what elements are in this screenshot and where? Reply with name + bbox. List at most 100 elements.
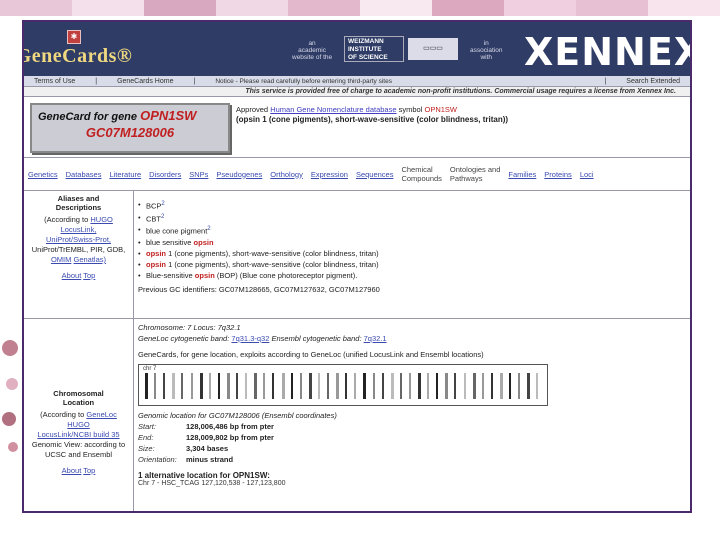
top-navbar: Terms of Use | GeneCards Home | Notice -… — [24, 76, 690, 87]
approved-mid: symbol — [398, 105, 423, 114]
ideogram-band — [308, 373, 312, 399]
genecards-logo[interactable]: ✱ GeneCards® — [24, 22, 132, 76]
chromosome-hugo-link[interactable]: HUGO — [67, 420, 90, 429]
alias-item: blue sensitive opsin — [138, 237, 686, 248]
browser-screenshot: ✱ GeneCards® an academic website of the … — [22, 20, 692, 513]
logo-text: GeneCards® — [22, 45, 133, 67]
xennex-logo[interactable]: XENNEX — [524, 30, 690, 74]
tab-expression[interactable]: Expression — [307, 170, 352, 179]
search-extended-link[interactable]: Search Extended — [616, 78, 690, 85]
alias-item: CBT2 — [138, 212, 686, 225]
gene-title-prefix: GeneCard for gene — [38, 111, 138, 123]
ensembl-band-label: Ensembl cytogenetic band: — [271, 334, 362, 343]
genomic-view-note: Genomic View: according to UCSC and Ense… — [31, 440, 126, 459]
gene-title-box: GeneCard for gene OPN1SW GC07M128006 — [30, 103, 230, 153]
genomic-location-title: Genomic location for GC07M128006 (Ensemb… — [138, 411, 337, 420]
alias-source-ref[interactable]: 2 — [161, 201, 164, 207]
end-label: End: — [138, 433, 154, 442]
gene-title-row: GeneCard for gene OPN1SW GC07M128006 App… — [24, 97, 690, 157]
ideogram-band — [336, 373, 340, 399]
tab-disorders[interactable]: Disorders — [145, 170, 185, 179]
alias-source-ref[interactable]: 2 — [207, 226, 210, 232]
decorative-dot — [2, 340, 18, 356]
alias-text: BCP — [146, 201, 162, 211]
ideogram-label: chr 7 — [143, 366, 157, 372]
ideogram-band — [481, 373, 484, 399]
terms-link[interactable]: Terms of Use — [24, 78, 85, 85]
tab-ontologies-pathways[interactable]: Ontologies and Pathways — [446, 165, 504, 183]
gene-title: GeneCard for gene OPN1SW — [38, 108, 222, 123]
chromosome-content: Chromosome: 7 Locus: 7q32.1 GeneLoc cyto… — [134, 319, 690, 511]
ideogram-band — [427, 373, 430, 399]
ideogram-band — [354, 373, 357, 399]
hugo-link[interactable]: HUGO — [90, 215, 113, 224]
top-link[interactable]: Top — [83, 271, 95, 280]
notice-link[interactable]: Notice - Please read carefully before en… — [205, 78, 594, 85]
association-note: in association with — [470, 40, 503, 61]
size-value: 3,304 bases — [186, 444, 229, 453]
approved-symbol-text: Approved Human Gene Nomenclature databas… — [236, 105, 536, 124]
geneloc-link[interactable]: GeneLoc — [86, 410, 116, 419]
chromosome-about-link[interactable]: About — [62, 466, 82, 475]
alias-item: opsin 1 (cone pigments), short-wave-sens… — [138, 248, 686, 259]
aliases-sidebar: Aliases and Descriptions (According to H… — [24, 191, 134, 318]
locuslink-link[interactable]: LocusLink, — [61, 225, 97, 234]
alias-text: 1 (cone pigments), short-wave-sensitive … — [166, 259, 379, 269]
location-note: GeneCards, for gene location, exploits a… — [138, 350, 484, 359]
aliases-heading: Aliases and Descriptions — [55, 194, 102, 212]
alias-text: 1 (cone pigments), short-wave-sensitive … — [166, 248, 379, 258]
ensembl-band-link[interactable]: 7q32.1 — [364, 334, 387, 343]
omim-link[interactable]: OMIM — [51, 255, 71, 264]
hgnc-link[interactable]: Human Gene Nomenclature database — [270, 105, 396, 114]
alias-source-ref[interactable]: 2 — [161, 214, 164, 220]
ideogram-band — [327, 373, 329, 399]
gene-description: (opsin 1 (cone pigments), short-wave-sen… — [236, 114, 509, 124]
alias-item: opsin 1 (cone pigments), short-wave-sens… — [138, 259, 686, 270]
alternative-location: 1 alternative location for OPN1SW: — [138, 471, 270, 480]
alias-item: Blue-sensitive opsin (BOP) (Blue cone ph… — [138, 270, 686, 281]
tab-loci[interactable]: Loci — [576, 170, 598, 179]
locuslink-ncbi-link[interactable]: LocusLink/NCBI build 35 — [37, 430, 119, 439]
aliases-section: Aliases and Descriptions (According to H… — [24, 191, 690, 319]
about-link[interactable]: About — [62, 271, 82, 280]
trembl-pir-gdb-links[interactable]: UniProt/TrEMBL, PIR, GDB, — [32, 245, 126, 254]
tab-chemical-compounds[interactable]: Chemical Compounds — [397, 165, 445, 183]
site-header: ✱ GeneCards® an academic website of the … — [24, 22, 690, 76]
chromosome-ideogram[interactable]: chr 7 — [138, 364, 548, 406]
weizmann-logo[interactable]: WEIZMANN INSTITUTE OF SCIENCE — [344, 36, 404, 62]
geneloc-band-label: GeneLoc cytogenetic band: — [138, 334, 230, 343]
tab-sequences[interactable]: Sequences — [352, 170, 398, 179]
chromosome-sidebar: Chromosomal Location (According to GeneL… — [24, 319, 134, 511]
chromosome-label: Chromosome: 7 — [138, 323, 192, 332]
academic-note: an academic website of the — [292, 40, 333, 61]
geneloc-band-link[interactable]: 7q31.3-q32 — [231, 334, 269, 343]
license-notice: This service is provided free of charge … — [24, 87, 690, 97]
alternative-location-detail: Chr 7 - HSC_TCAG 127,120,538 - 127,123,8… — [138, 480, 286, 487]
home-link[interactable]: GeneCards Home — [107, 78, 183, 85]
tab-pseudogenes[interactable]: Pseudogenes — [212, 170, 266, 179]
tab-databases[interactable]: Databases — [62, 170, 106, 179]
tab-families[interactable]: Families — [504, 170, 540, 179]
ideogram-band — [527, 373, 531, 399]
tab-orthology[interactable]: Orthology — [266, 170, 307, 179]
ideogram-band — [345, 373, 348, 399]
locus-band-label: Locus: 7q32.1 — [193, 323, 241, 332]
swissprot-link[interactable]: UniProt/Swiss-Prot, — [46, 235, 111, 244]
section-tabs: Genetics Databases Literature Disorders SNPs… — [24, 157, 690, 191]
ideogram-band — [408, 373, 411, 399]
tab-proteins[interactable]: Proteins — [540, 170, 576, 179]
tab-snps[interactable]: SNPs — [185, 170, 212, 179]
tab-genetics[interactable]: Genetics — [24, 170, 62, 179]
genatlas-link[interactable]: Genatlas) — [73, 255, 106, 264]
top-decorative-stripe — [0, 0, 720, 16]
ideogram-band — [445, 373, 449, 399]
chromosome-heading: Chromosomal Location — [53, 389, 104, 407]
aliases-content: BCP2CBT2blue cone pigment2blue sensitive… — [134, 191, 690, 318]
previous-identifiers: Previous GC identifiers: GC07M128665, GC… — [138, 284, 380, 294]
start-value: 128,006,486 bp from pter — [186, 422, 274, 431]
ideogram-band — [372, 373, 375, 399]
alias-highlight: opsin — [194, 270, 215, 280]
chromosome-top-link[interactable]: Top — [83, 466, 95, 475]
tab-literature[interactable]: Literature — [105, 170, 145, 179]
gene-symbol: OPN1SW — [140, 108, 197, 123]
